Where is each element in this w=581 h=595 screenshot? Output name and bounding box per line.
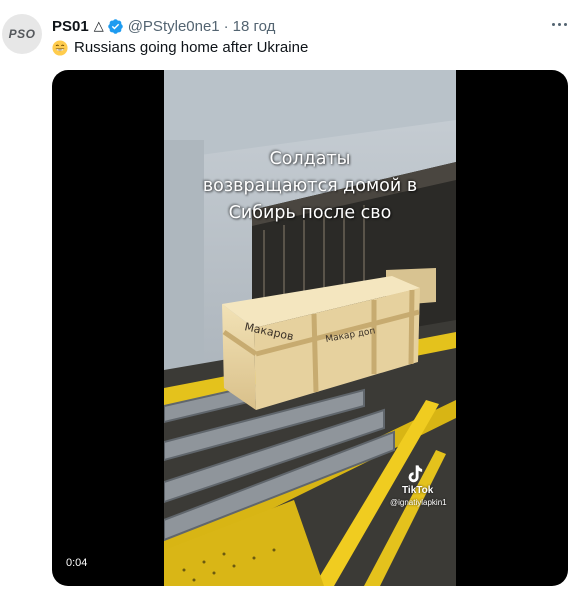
overlay-line-3: Сибирь после сво: [228, 203, 392, 223]
grinning-face-emoji-icon: [52, 40, 68, 56]
overlay-line-1: Солдаты: [269, 149, 351, 169]
tiktok-brand: TikTok: [402, 485, 434, 496]
tweet[interactable]: PSO PS01 △ @PStyle0ne1 · 18 год Russians…: [0, 0, 581, 595]
video-duration: 0:04: [66, 557, 88, 569]
name-triangle-symbol: △: [93, 18, 104, 33]
overlay-line-2: возвращаются домой в: [202, 176, 418, 196]
tweet-header: PS01 △ @PStyle0ne1 · 18 год: [52, 16, 275, 36]
handle[interactable]: @PStyle0ne1: [128, 18, 220, 35]
avatar-logo-text: PSO: [8, 27, 36, 41]
tweet-body-text: Russians going home after Ukraine: [74, 39, 309, 56]
video-player[interactable]: Макаров Макар доп Солдаты возвращаются д…: [52, 70, 568, 586]
video-frame[interactable]: Макаров Макар доп Солдаты возвращаются д…: [164, 70, 456, 586]
separator-dot: ·: [223, 17, 229, 35]
tiktok-username: @ignatiylapkin1: [390, 498, 447, 507]
timestamp[interactable]: 18 год: [233, 18, 276, 35]
tweet-text: Russians going home after Ukraine: [52, 38, 308, 58]
more-options-icon[interactable]: [546, 14, 572, 34]
verified-badge-icon[interactable]: [107, 18, 124, 35]
video-overlay-caption: Солдаты возвращаются домой в Сибирь посл…: [164, 146, 456, 227]
avatar[interactable]: PSO: [2, 14, 42, 54]
tiktok-watermark: TikTok @ignatiylapkin1: [390, 464, 456, 507]
tiktok-logo-icon: [408, 465, 423, 483]
display-name[interactable]: PS01: [52, 18, 89, 35]
